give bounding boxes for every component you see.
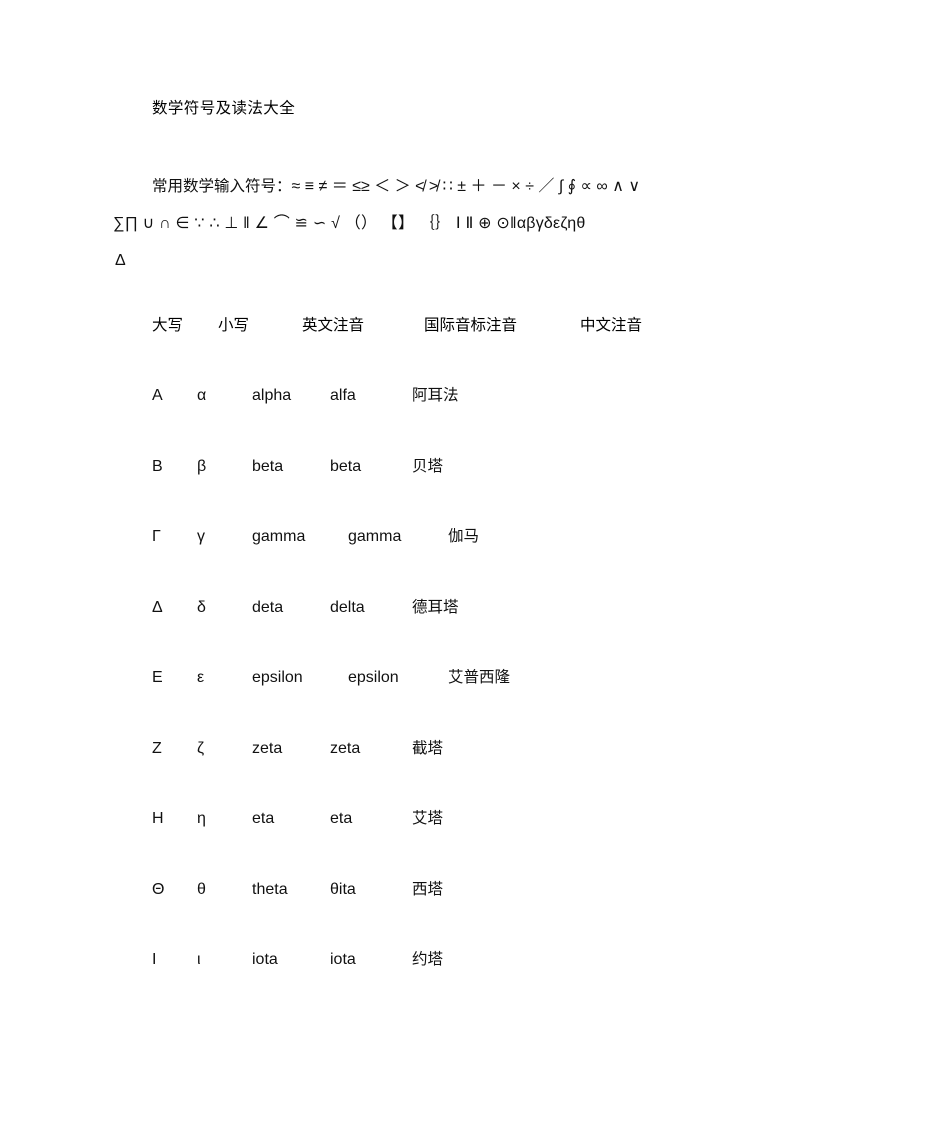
- symbols-row-1: ≈ ≡ ≠ ＝ ≤≥ ＜ ＞ ≮ ≯ ∷ ± ＋ － × ÷ ／ ∫ ∮ ∝ ∞…: [291, 178, 641, 195]
- table-row: Γγ gamma gamma 伽马: [152, 525, 892, 596]
- cell-english: alpha: [252, 387, 292, 404]
- table-row: Ιι iota iota 约塔: [152, 948, 892, 1019]
- column-header-ipa: 国际音标注音: [424, 317, 518, 334]
- cell-uppercase: Ζ: [152, 739, 162, 757]
- cell-lowercase: δ: [197, 598, 206, 616]
- cell-uppercase: Ι: [152, 951, 157, 968]
- symbols-line-3: Δ: [115, 252, 126, 269]
- column-header-uppercase: 大写: [152, 317, 184, 334]
- cell-english: iota: [252, 951, 278, 968]
- cell-uppercase: Α: [152, 387, 163, 404]
- cell-ipa: delta: [330, 598, 365, 616]
- column-header-chinese: 中文注音: [580, 317, 643, 334]
- cell-english: gamma: [252, 528, 306, 545]
- cell-ipa: gamma: [348, 528, 402, 545]
- cell-chinese: 约塔: [412, 951, 444, 968]
- common-symbols-paragraph: 常用数学输入符号：≈ ≡ ≠ ＝ ≤≥ ＜ ＞ ≮ ≯ ∷ ± ＋ － × ÷ …: [113, 168, 843, 279]
- cell-chinese: 德耳塔: [412, 598, 459, 616]
- symbols-line-1: 常用数学输入符号：≈ ≡ ≠ ＝ ≤≥ ＜ ＞ ≮ ≯ ∷ ± ＋ － × ÷ …: [113, 168, 843, 205]
- cell-lowercase: η: [197, 810, 206, 827]
- table-row: Ηη eta eta 艾塔: [152, 807, 892, 878]
- cell-ipa: beta: [330, 457, 362, 475]
- cell-english: theta: [252, 880, 288, 898]
- cell-uppercase: Δ: [152, 598, 163, 616]
- cell-chinese: 伽马: [448, 528, 480, 545]
- cell-uppercase: Θ: [152, 880, 165, 898]
- cell-uppercase: Γ: [152, 528, 161, 545]
- cell-lowercase: θ: [197, 880, 206, 898]
- page-title: 数学符号及读法大全: [152, 100, 296, 117]
- cell-chinese: 截塔: [412, 739, 444, 757]
- table-row: Ζζ zeta zeta 截塔: [152, 737, 892, 808]
- table-header-row: 大写 小写 英文注音 国际音标注音 中文注音: [152, 314, 892, 338]
- cell-ipa: eta: [330, 810, 353, 827]
- cell-uppercase: Β: [152, 457, 163, 475]
- cell-lowercase: α: [197, 387, 207, 404]
- cell-ipa: epsilon: [348, 669, 399, 686]
- cell-lowercase: β: [197, 457, 207, 475]
- symbols-lead-label: 常用数学输入符号：: [152, 178, 292, 195]
- cell-lowercase: ε: [197, 669, 205, 686]
- column-header-english: 英文注音: [302, 317, 365, 334]
- cell-chinese: 贝塔: [412, 457, 444, 475]
- cell-ipa: iota: [330, 951, 356, 968]
- cell-uppercase: Η: [152, 810, 164, 827]
- table-row: Θθ theta θita 西塔: [152, 878, 892, 949]
- cell-english: epsilon: [252, 669, 303, 686]
- cell-chinese: 阿耳法: [412, 387, 459, 404]
- table-row: Αα alpha alfa 阿耳法: [152, 384, 892, 455]
- table-row: Ββ beta beta 贝塔: [152, 455, 892, 526]
- cell-lowercase: γ: [197, 528, 205, 545]
- column-header-lowercase: 小写: [218, 317, 250, 334]
- table-row: Εε epsilon epsilon 艾普西隆: [152, 666, 892, 737]
- cell-lowercase: ι: [197, 951, 201, 968]
- cell-english: deta: [252, 598, 284, 616]
- cell-lowercase: ζ: [197, 739, 205, 757]
- greek-letter-table: 大写 小写 英文注音 国际音标注音 中文注音 Αα alpha alfa 阿耳法 Ββ beta…: [152, 314, 892, 1019]
- cell-chinese: 艾塔: [412, 810, 444, 827]
- cell-english: zeta: [252, 739, 283, 757]
- table-row: Δδ deta delta 德耳塔: [152, 596, 892, 667]
- cell-english: beta: [252, 457, 284, 475]
- cell-uppercase: Ε: [152, 669, 163, 686]
- symbols-line-2: ∑∏ ∪ ∩ ∈ ∵ ∴ ⊥ ‖ ∠ ⌒ ≌ ∽ √ （） 【】 ｛｝ Ⅰ Ⅱ …: [113, 215, 586, 232]
- cell-ipa: θita: [330, 880, 356, 898]
- cell-ipa: zeta: [330, 739, 361, 757]
- cell-english: eta: [252, 810, 275, 827]
- cell-ipa: alfa: [330, 387, 356, 404]
- cell-chinese: 西塔: [412, 880, 444, 898]
- document-page: 数学符号及读法大全 常用数学输入符号：≈ ≡ ≠ ＝ ≤≥ ＜ ＞ ≮ ≯ ∷ …: [0, 0, 945, 1123]
- cell-chinese: 艾普西隆: [448, 669, 511, 686]
